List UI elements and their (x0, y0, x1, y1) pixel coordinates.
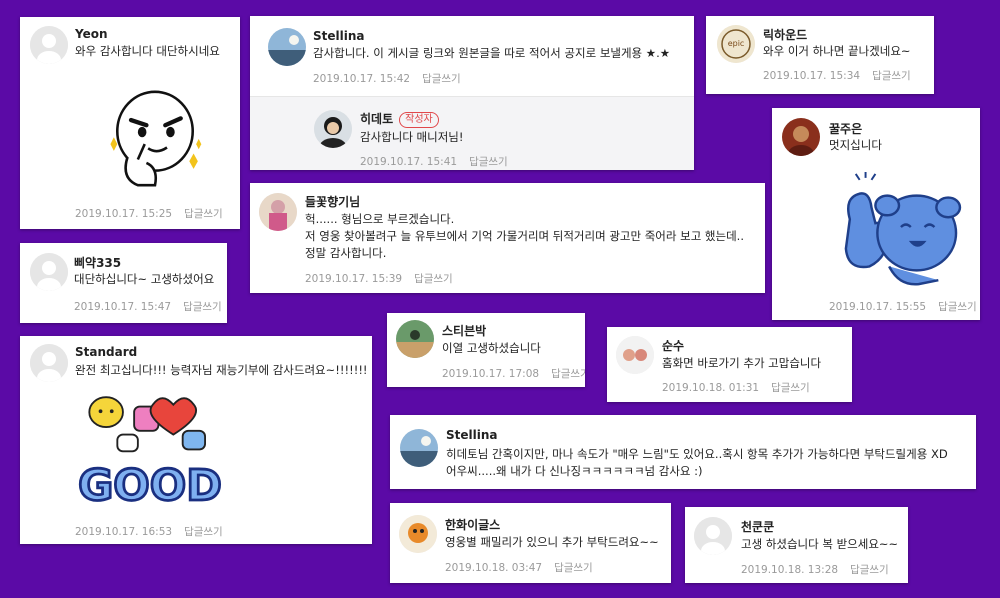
comment-author[interactable]: 히데토 작성자 (360, 110, 439, 128)
comment-meta: 2019.10.18. 03:47 답글쓰기 (445, 560, 593, 575)
comment-text-line: 헉...... 형님으로 부르겠습니다. (305, 212, 455, 226)
svg-text:epic: epic (728, 39, 745, 48)
comment-text-line: 정말 감사합니다. (305, 246, 387, 260)
user-avatar-icon[interactable] (400, 429, 438, 467)
comment-meta: 2019.10.17. 15:42 답글쓰기 (313, 71, 461, 86)
user-avatar-icon[interactable]: epic (717, 25, 755, 63)
comment-author[interactable]: 삐약335 (74, 254, 121, 271)
reply-button[interactable]: 답글쓰기 (422, 73, 461, 85)
user-avatar-icon[interactable] (399, 515, 437, 553)
comment-meta: 2019.10.18. 01:31 답글쓰기 (662, 380, 810, 395)
default-avatar-icon[interactable] (30, 26, 68, 64)
comment-author[interactable]: 한화이글스 (445, 516, 500, 533)
comment-meta: 2019.10.18. 13:28 답글쓰기 (741, 562, 889, 577)
comment-card-kkul: 꿀주은 멋지십니다 2019.10.17. 15:55 답글쓰기 (772, 108, 980, 320)
comment-card-sunsu: 순수 홈화면 바로가기 추가 고맙습니다 2019.10.18. 01:31 답글… (607, 327, 852, 402)
reply-button[interactable]: 답글쓰기 (771, 382, 810, 394)
comment-date: 2019.10.17. 15:41 (360, 156, 458, 168)
comment-date: 2019.10.17. 17:08 (442, 368, 540, 380)
comment-author[interactable]: 스티븐박 (442, 322, 486, 339)
comment-date: 2019.10.17. 15:55 (829, 301, 927, 313)
comment-date: 2019.10.17. 15:34 (763, 70, 861, 82)
reply-button[interactable]: 답글쓰기 (414, 273, 453, 285)
comment-card-steven: 스티븐박 이열 고생하셨습니다 2019.10.17. 17:08 답글쓰기 (387, 313, 585, 387)
sticker-good-text: GOOD (78, 461, 222, 511)
comment-meta: 2019.10.17. 15:25 답글쓰기 (75, 206, 223, 221)
comment-date: 2019.10.17. 16:53 (75, 526, 173, 538)
comment-text: 완전 최고십니다!!! 능력자님 재능기부에 감사드려요~!!!!!!! (75, 363, 368, 377)
comment-text: 와우 이거 하나면 끝나겠네요~ (763, 44, 911, 58)
default-avatar-icon[interactable] (694, 517, 732, 555)
reply-button[interactable]: 답글쓰기 (551, 368, 585, 380)
comment-author[interactable]: Yeon (75, 27, 108, 41)
sticker-good-characters-icon: GOOD (77, 396, 223, 512)
sticker-thumbs-up-bear-icon (844, 172, 962, 286)
comment-text: 와우 감사합니다 대단하시네요 (75, 44, 220, 58)
comment-meta: 2019.10.17. 15:41 답글쓰기 (360, 154, 508, 169)
comment-card-stellina-thread: Stellina 감사합니다. 이 게시글 링크와 원본글을 따로 적어서 공지… (250, 16, 694, 170)
comment-date: 2019.10.17. 15:39 (305, 273, 403, 285)
comment-meta: 2019.10.17. 15:39 답글쓰기 (305, 271, 453, 286)
author-badge: 작성자 (399, 112, 439, 128)
comment-meta: 2019.10.17. 15:47 답글쓰기 (74, 299, 222, 314)
comment-card-stellina-2: Stellina 히데토님 간혹이지만, 마나 속도가 "매우 느림"도 있어요… (390, 415, 976, 489)
user-avatar-icon[interactable] (268, 28, 306, 66)
comment-card-standard: Standard 완전 최고십니다!!! 능력자님 재능기부에 감사드려요~!!… (20, 336, 372, 544)
comment-text: 이열 고생하셨습니다 (442, 341, 541, 355)
comment-text: 영웅별 패밀리가 있으니 추가 부탁드려요~~ (445, 535, 659, 549)
comment-author[interactable]: 들꽃향기님 (305, 193, 360, 210)
comment-meta: 2019.10.17. 17:08 답글쓰기 (442, 366, 585, 381)
user-avatar-icon[interactable] (396, 320, 434, 358)
comment-date: 2019.10.18. 13:28 (741, 564, 839, 576)
reply-block: 히데토 작성자 감사합니다 매니저님! 2019.10.17. 15:41 답글쓰기 (250, 96, 694, 170)
reply-button[interactable]: 답글쓰기 (850, 564, 889, 576)
comment-date: 2019.10.17. 15:25 (75, 208, 173, 220)
sticker-thinking-face-icon (110, 90, 202, 187)
comment-card-deulkkot: 들꽃향기님 헉...... 형님으로 부르겠습니다. 저 영웅 찾아볼려구 늘 … (250, 183, 765, 293)
comment-meta: 2019.10.17. 16:53 답글쓰기 (75, 524, 223, 539)
comment-author[interactable]: 천쿤쿤 (741, 518, 774, 535)
comment-text-line: 저 영웅 찾아볼려구 늘 유투브에서 기억 가물거리며 뒤적거리며 광고만 죽어… (305, 229, 744, 243)
comment-meta: 2019.10.17. 15:55 답글쓰기 (829, 299, 977, 314)
default-avatar-icon[interactable] (30, 344, 68, 382)
comment-author[interactable]: Standard (75, 345, 137, 359)
comment-card-yeon: Yeon 와우 감사합니다 대단하시네요 2019.10.17. 15:25 답글… (20, 17, 240, 229)
reply-button[interactable]: 답글쓰기 (872, 70, 911, 82)
reply-button[interactable]: 답글쓰기 (183, 301, 222, 313)
reply-button[interactable]: 답글쓰기 (469, 156, 508, 168)
comment-date: 2019.10.18. 03:47 (445, 562, 543, 574)
comment-text-line: 어우씨.....왜 내가 다 신나징ㅋㅋㅋㅋㅋㅋ넘 감사요 :) (446, 464, 703, 478)
reply-button[interactable]: 답글쓰기 (938, 301, 977, 313)
comment-meta: 2019.10.17. 15:34 답글쓰기 (763, 68, 911, 83)
comment-card-hanwha: 한화이글스 영웅별 패밀리가 있으니 추가 부탁드려요~~ 2019.10.18… (390, 503, 671, 583)
comment-author[interactable]: 순수 (662, 337, 684, 354)
comment-author[interactable]: 꿀주은 (829, 120, 862, 137)
reply-button[interactable]: 답글쓰기 (554, 562, 593, 574)
author-name[interactable]: 히데토 (360, 112, 393, 126)
reply-button[interactable]: 답글쓰기 (184, 526, 223, 538)
user-avatar-icon[interactable] (314, 110, 352, 148)
comment-text: 멋지십니다 (829, 138, 882, 152)
comment-text: 홈화면 바로가기 추가 고맙습니다 (662, 356, 822, 370)
comment-text: 대단하십니다~ 고생하셨어요 (74, 272, 215, 286)
comment-text: 감사합니다 매니저님! (360, 130, 464, 144)
default-avatar-icon[interactable] (30, 253, 68, 291)
reply-button[interactable]: 답글쓰기 (184, 208, 223, 220)
user-avatar-icon[interactable] (616, 336, 654, 374)
comment-card-richard: epic 릭하운드 와우 이거 하나면 끝나겠네요~ 2019.10.17. 1… (706, 16, 934, 94)
comment-card-ppiyak: 삐약335 대단하십니다~ 고생하셨어요 2019.10.17. 15:47 답글… (20, 243, 227, 323)
comment-date: 2019.10.17. 15:42 (313, 73, 411, 85)
comment-text: 고생 하셨습니다 복 받으세요~~ (741, 537, 899, 551)
comment-text: 감사합니다. 이 게시글 링크와 원본글을 따로 적어서 공지로 보낼게용 ★.… (313, 46, 671, 60)
comment-date: 2019.10.17. 15:47 (74, 301, 172, 313)
user-avatar-icon[interactable] (259, 193, 297, 231)
comment-author[interactable]: 릭하운드 (763, 26, 807, 43)
comment-card-cheonkun: 천쿤쿤 고생 하셨습니다 복 받으세요~~ 2019.10.18. 13:28 답… (685, 507, 908, 583)
comment-text-line: 히데토님 간혹이지만, 마나 속도가 "매우 느림"도 있어요..혹시 항목 추… (446, 447, 948, 461)
comment-date: 2019.10.18. 01:31 (662, 382, 760, 394)
comment-author[interactable]: Stellina (446, 428, 498, 442)
comment-author[interactable]: Stellina (313, 29, 365, 43)
user-avatar-icon[interactable] (782, 118, 820, 156)
